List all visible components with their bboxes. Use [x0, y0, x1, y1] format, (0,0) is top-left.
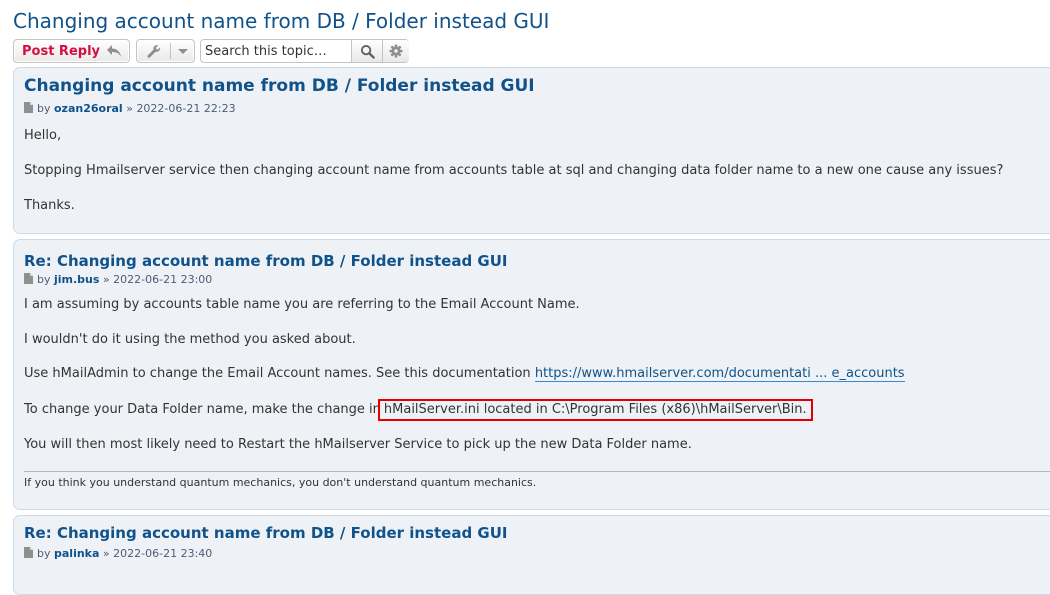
documentation-link[interactable]: https://www.hmailserver.com/documentati …	[534, 366, 905, 382]
topic-search-box	[200, 39, 409, 63]
post-reply-label: Post Reply	[22, 44, 100, 59]
post-date: 2022-06-21 23:00	[113, 273, 213, 286]
post-paragraph: To change your Data Folder name, make th…	[24, 399, 813, 421]
post-paragraph: Use hMailAdmin to change the Email Accou…	[24, 366, 905, 382]
post-paragraph: Hello,	[24, 128, 62, 143]
post-author-link[interactable]: palinka	[54, 547, 99, 560]
date-separator: »	[126, 102, 133, 115]
date-separator: »	[102, 547, 110, 560]
by-label: by	[37, 102, 51, 115]
caret-down-icon[interactable]	[178, 49, 188, 54]
gear-icon	[389, 44, 403, 58]
post-paragraph: Thanks.	[24, 198, 75, 213]
page-icon[interactable]	[24, 547, 33, 558]
post-author-line: by jim.bus » 2022-06-21 23:00	[24, 273, 212, 286]
post-paragraph: I am assuming by accounts table name you…	[24, 297, 580, 312]
wrench-icon	[146, 44, 162, 63]
post-date: 2022-06-21 23:40	[113, 547, 213, 560]
post-author-line: by ozan26oral » 2022-06-21 22:23	[24, 102, 236, 115]
post-author-link[interactable]: jim.bus	[54, 273, 99, 286]
page-icon[interactable]	[24, 273, 33, 284]
magnifier-icon	[360, 44, 375, 59]
post-signature: If you think you understand quantum mech…	[24, 476, 537, 489]
highlighted-text-box: hMailServer.ini located in C:\Program Fi…	[377, 399, 813, 421]
reply-arrow-icon	[106, 44, 122, 62]
post-author-link[interactable]: ozan26oral	[54, 102, 123, 115]
post-paragraph: Stopping Hmailserver service then changi…	[24, 163, 1004, 178]
post-reply-button[interactable]: Post Reply	[13, 39, 130, 63]
post-paragraph: I wouldn't do it using the method you as…	[24, 332, 356, 347]
paragraph-text: To change your Data Folder name, make th…	[24, 402, 381, 417]
post: Re: Changing account name from DB / Fold…	[13, 515, 1050, 595]
page-icon[interactable]	[24, 102, 33, 113]
by-label: by	[37, 273, 51, 286]
post-title[interactable]: Re: Changing account name from DB / Fold…	[24, 524, 508, 542]
post-date: 2022-06-21 22:23	[136, 102, 236, 115]
post: Changing account name from DB / Folder i…	[13, 67, 1050, 234]
post-title[interactable]: Changing account name from DB / Folder i…	[24, 76, 535, 96]
by-label: by	[37, 547, 51, 560]
advanced-search-button[interactable]	[382, 40, 409, 62]
topic-title[interactable]: Changing account name from DB / Folder i…	[13, 9, 549, 33]
post-title[interactable]: Re: Changing account name from DB / Fold…	[24, 252, 508, 270]
button-divider	[170, 43, 171, 59]
search-input[interactable]	[201, 40, 351, 62]
signature-divider	[24, 471, 1050, 472]
post-paragraph: You will then most likely need to Restar…	[24, 437, 692, 452]
paragraph-text: Use hMailAdmin to change the Email Accou…	[24, 366, 535, 381]
date-separator: »	[102, 273, 110, 286]
post: Re: Changing account name from DB / Fold…	[13, 239, 1050, 510]
topic-tools-button[interactable]	[136, 39, 195, 63]
post-author-line: by palinka » 2022-06-21 23:40	[24, 547, 212, 560]
search-button[interactable]	[351, 40, 382, 62]
